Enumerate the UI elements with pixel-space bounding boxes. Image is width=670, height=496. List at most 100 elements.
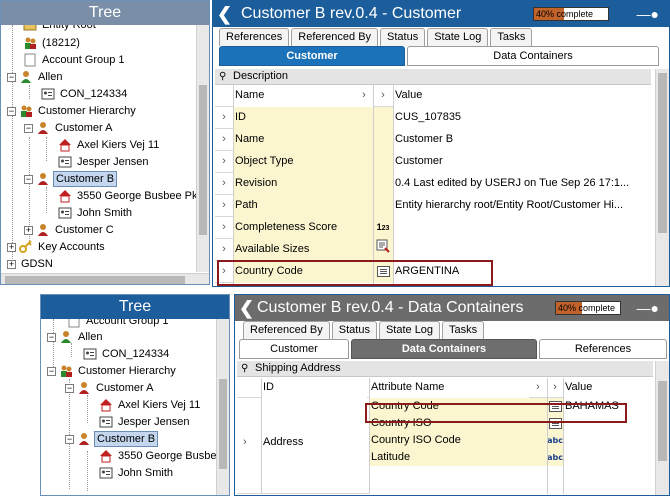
attribute-value[interactable]: [563, 432, 655, 449]
tree-item[interactable]: CON_124334: [83, 346, 171, 362]
tab-state-log[interactable]: State Log: [378, 321, 441, 339]
pin-icon[interactable]: ⚲: [241, 361, 248, 376]
tab-references[interactable]: References: [219, 28, 290, 46]
tree-vertical-scrollbar[interactable]: [216, 319, 229, 495]
attribute-value[interactable]: Customer: [393, 151, 633, 173]
tab-tasks[interactable]: Tasks: [490, 28, 533, 46]
subtab-customer[interactable]: Customer: [219, 46, 405, 66]
chevron-right-icon[interactable]: ›: [215, 239, 233, 261]
chevron-right-icon[interactable]: ›: [215, 151, 233, 173]
attribute-value[interactable]: CUS_107835: [393, 107, 633, 129]
tab-status[interactable]: Status: [380, 28, 426, 46]
scrollbar-thumb[interactable]: [219, 379, 227, 469]
column-header-value[interactable]: Value: [393, 85, 633, 107]
tree-item[interactable]: − Allen: [7, 69, 64, 85]
tree-item[interactable]: Axel Kiers Vej 11: [58, 137, 161, 153]
attribute-value[interactable]: 0.4 Last edited by USERJ on Tue Sep 26 1…: [393, 173, 633, 195]
chevron-right-icon[interactable]: ›: [215, 173, 233, 195]
container-row[interactable]: › Address: [237, 398, 369, 494]
collapse-toggle-icon[interactable]: −: [65, 383, 74, 393]
tree-item[interactable]: 3550 George Busbee Pk: [58, 188, 199, 204]
tree-item[interactable]: Entity Root: [23, 25, 98, 33]
tree-item-selected[interactable]: − Customer B: [65, 431, 159, 448]
expand-toggle-icon[interactable]: +: [24, 225, 33, 235]
tree-item[interactable]: Jesper Jensen: [58, 154, 151, 170]
attribute-row[interactable]: › Object Type Customer: [215, 151, 633, 173]
tree-vertical-scrollbar[interactable]: [196, 25, 209, 272]
attribute-value[interactable]: [393, 217, 633, 239]
tree-item[interactable]: − Allen: [47, 329, 104, 345]
expand-toggle-icon[interactable]: +: [7, 242, 16, 252]
tree-item[interactable]: − Customer Hierarchy: [7, 103, 138, 119]
collapse-toggle-icon[interactable]: −: [65, 434, 74, 444]
tree-item[interactable]: Account Group 1: [67, 319, 171, 329]
tree-item[interactable]: (18212): [23, 35, 82, 51]
back-arrow-icon[interactable]: ❮: [217, 4, 232, 24]
collapse-toggle-icon[interactable]: −: [24, 174, 33, 184]
group-description[interactable]: ⚲ Description: [215, 69, 651, 85]
tree-item[interactable]: John Smith: [99, 465, 175, 481]
chevron-right-icon[interactable]: ›: [215, 129, 233, 151]
attribute-row[interactable]: › Completeness Score 123: [215, 217, 633, 239]
tree-item[interactable]: 3550 George Busbe: [99, 448, 218, 464]
pin-icon[interactable]: —●: [637, 300, 659, 316]
attribute-row[interactable]: › Available Sizes: [215, 239, 633, 261]
collapse-toggle-icon[interactable]: −: [24, 123, 33, 133]
attribute-row[interactable]: › Path Entity hierarchy root/Entity Root/C…: [215, 195, 633, 217]
collapse-toggle-icon[interactable]: −: [7, 106, 16, 116]
tree-item[interactable]: CON_124334: [41, 86, 129, 102]
expand-toggle-icon[interactable]: +: [7, 259, 16, 269]
tab-referenced-by[interactable]: Referenced By: [243, 321, 330, 339]
attribute-row[interactable]: › Name Customer B: [215, 129, 633, 151]
tree-item[interactable]: + Customer C: [24, 222, 116, 238]
scrollbar-thumb[interactable]: [658, 73, 667, 233]
collapse-toggle-icon[interactable]: −: [47, 366, 56, 376]
collapse-toggle-icon[interactable]: −: [47, 332, 56, 342]
tree-item[interactable]: Jesper Jensen: [99, 414, 192, 430]
tree-item[interactable]: + Key Accounts: [7, 239, 107, 255]
tree-item[interactable]: John Smith: [58, 205, 134, 221]
column-header-name[interactable]: Name: [233, 85, 373, 107]
subtab-data-containers[interactable]: Data Containers: [407, 46, 659, 66]
tree-item[interactable]: Account Group 1: [23, 52, 127, 68]
group-shipping-address[interactable]: ⚲ Shipping Address: [237, 361, 653, 377]
tree-item[interactable]: − Customer Hierarchy: [47, 363, 178, 379]
tree-item-selected[interactable]: − Customer B: [24, 171, 118, 188]
chevron-right-icon[interactable]: ›: [243, 436, 247, 448]
chevron-right-icon[interactable]: ›: [215, 107, 233, 129]
attribute-value[interactable]: [393, 239, 633, 261]
attribute-row[interactable]: › Revision 0.4 Last edited by USERJ on Tue…: [215, 173, 633, 195]
tab-tasks[interactable]: Tasks: [442, 321, 485, 339]
attribute-row[interactable]: Latitude abc: [369, 449, 655, 466]
scrollbar-thumb[interactable]: [658, 381, 667, 461]
column-header-attribute-name[interactable]: Attribute Name: [369, 378, 529, 398]
attribute-value[interactable]: [563, 449, 655, 466]
subtab-references[interactable]: References: [539, 339, 667, 359]
tree-item[interactable]: Axel Kiers Vej 11: [99, 397, 202, 413]
scrollbar-thumb[interactable]: [199, 85, 207, 235]
pin-icon[interactable]: ⚲: [219, 69, 226, 84]
attribute-row[interactable]: Country ISO Code abc: [369, 432, 655, 449]
grid-vertical-scrollbar[interactable]: [655, 361, 669, 495]
grid-vertical-scrollbar[interactable]: [655, 69, 669, 286]
subtab-data-containers[interactable]: Data Containers: [351, 339, 537, 359]
column-header-id[interactable]: ID: [261, 378, 367, 398]
subtab-customer[interactable]: Customer: [239, 339, 349, 359]
chevron-right-icon[interactable]: ›: [215, 195, 233, 217]
collapse-toggle-icon[interactable]: −: [7, 72, 16, 82]
scrollbar-thumb[interactable]: [5, 276, 185, 284]
attribute-value[interactable]: Customer B: [393, 129, 633, 151]
column-header-value[interactable]: Value: [563, 378, 655, 398]
tree-item[interactable]: − Customer A: [24, 120, 114, 136]
pin-icon[interactable]: —●: [637, 6, 659, 22]
attribute-value[interactable]: Entity hierarchy root/Entity Root/Custom…: [393, 195, 633, 217]
tab-state-log[interactable]: State Log: [427, 28, 489, 46]
tab-referenced-by[interactable]: Referenced By: [291, 28, 379, 46]
tree-horizontal-scrollbar[interactable]: [1, 273, 209, 284]
back-arrow-icon[interactable]: ❮: [239, 298, 254, 318]
chevron-right-icon[interactable]: ›: [215, 217, 233, 239]
tree-item[interactable]: + GDSN: [7, 256, 55, 272]
tab-status[interactable]: Status: [331, 321, 377, 339]
attribute-row[interactable]: › ID CUS_107835: [215, 107, 633, 129]
tree-item[interactable]: − Customer A: [65, 380, 155, 396]
